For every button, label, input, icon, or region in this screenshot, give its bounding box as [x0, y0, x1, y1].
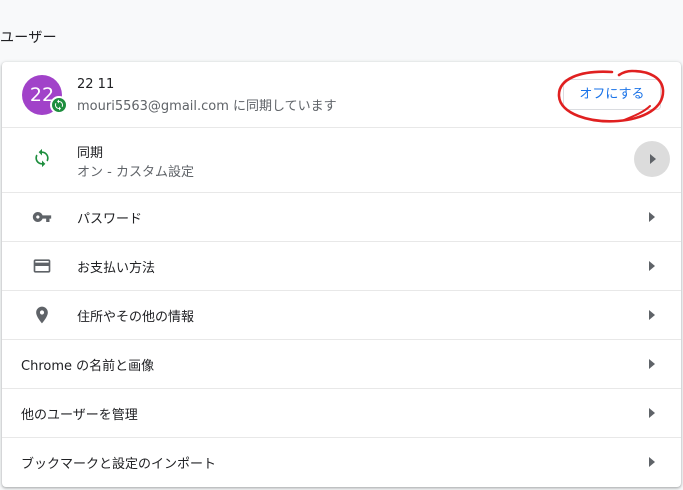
manage-users-title: 他のユーザーを管理 [21, 408, 138, 423]
turn-off-sync-button[interactable]: オフにする [563, 79, 661, 110]
arrow-right-icon [649, 261, 655, 271]
arrow-right-icon [649, 457, 655, 467]
sync-icon [35, 148, 49, 168]
chrome-name-title: Chrome の名前と画像 [21, 359, 155, 374]
key-icon [32, 212, 52, 222]
sync-row[interactable]: 同期 オン - カスタム設定 [2, 127, 681, 192]
account-email-status: mouri5563@gmail.com に同期しています [77, 99, 337, 114]
arrow-right-icon [649, 212, 655, 222]
location-pin-icon [36, 306, 48, 324]
sync-arrow-button[interactable] [634, 141, 670, 177]
sync-subtitle: オン - カスタム設定 [77, 165, 194, 180]
people-card: 22 22 11 mouri5563@gmail.com に同期しています オフ… [2, 62, 681, 487]
import-title: ブックマークと設定のインポート [21, 457, 217, 472]
sync-badge-icon [50, 96, 68, 114]
section-title: ユーザー [0, 30, 57, 46]
import-row[interactable]: ブックマークと設定のインポート [2, 437, 681, 487]
credit-card-icon [33, 259, 51, 273]
payments-row[interactable]: お支払い方法 [2, 241, 681, 290]
chrome-name-row[interactable]: Chrome の名前と画像 [2, 339, 681, 388]
arrow-right-icon [649, 359, 655, 369]
payments-title: お支払い方法 [77, 261, 156, 276]
passwords-row[interactable]: パスワード [2, 192, 681, 241]
addresses-row[interactable]: 住所やその他の情報 [2, 290, 681, 339]
account-name: 22 11 [77, 77, 115, 92]
arrow-right-icon [650, 154, 656, 164]
arrow-right-icon [649, 408, 655, 418]
arrow-right-icon [649, 310, 655, 320]
manage-users-row[interactable]: 他のユーザーを管理 [2, 388, 681, 437]
passwords-title: パスワード [77, 212, 143, 227]
sync-title: 同期 [77, 146, 104, 161]
account-row: 22 22 11 mouri5563@gmail.com に同期しています オフ… [2, 62, 681, 127]
addresses-title: 住所やその他の情報 [77, 310, 195, 325]
